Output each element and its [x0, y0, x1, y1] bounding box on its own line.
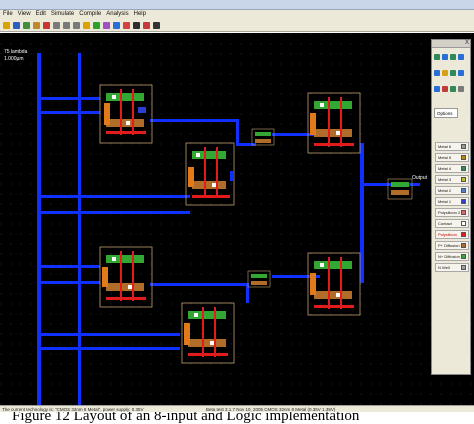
layer-swatch — [461, 199, 466, 204]
layer-swatch — [461, 166, 466, 171]
microwind-window: File View Edit Simulate Compile Analysis… — [0, 0, 474, 424]
contact-icon[interactable] — [133, 21, 140, 29]
layer-polysilicon-2[interactable]: Polysilicon 2 — [435, 208, 469, 217]
menu-compile[interactable]: Compile — [79, 10, 101, 19]
menu-analysis[interactable]: Analysis — [106, 10, 128, 19]
layer-swatch — [461, 155, 466, 160]
layer-swatch — [461, 210, 466, 215]
lambda-scale-label: 75 lambda — [4, 49, 28, 55]
nmos-icon[interactable] — [113, 21, 120, 29]
pulse-icon[interactable] — [442, 86, 448, 92]
layer-palette: X Options Metal 6 Metal 5 Metal 4 Metal … — [431, 39, 471, 375]
ruler-icon[interactable] — [23, 21, 30, 29]
zoom-out-icon[interactable] — [63, 21, 70, 29]
layer-n-well[interactable]: N Well — [435, 263, 469, 272]
hand-icon[interactable] — [43, 21, 50, 29]
text-icon[interactable] — [143, 21, 150, 29]
layer-metal-6[interactable]: Metal 6 — [435, 142, 469, 151]
clock-icon[interactable] — [434, 86, 440, 92]
figure-caption: Figure 12 Layout of an 8-input and Logic… — [12, 412, 360, 424]
layer-swatch — [461, 254, 466, 259]
layer-contact[interactable]: Contact — [435, 219, 469, 228]
arrows-icon[interactable] — [153, 21, 160, 29]
layer-n-diffusion[interactable]: N+ Diffusion — [435, 252, 469, 261]
via-generator-icon[interactable] — [450, 54, 456, 60]
layer-swatch — [461, 243, 466, 248]
layout-canvas[interactable]: 75 lambda 1.000µm Output — [0, 33, 474, 405]
menu-bar: File View Edit Simulate Compile Analysis… — [0, 10, 474, 19]
open-icon[interactable] — [3, 21, 10, 29]
sinus-icon[interactable] — [450, 86, 456, 92]
input-rail-a — [37, 53, 41, 405]
layer-swatch — [461, 177, 466, 182]
palette-tool-row — [434, 70, 470, 76]
inductor-icon[interactable] — [458, 70, 464, 76]
capacitor-icon[interactable] — [450, 70, 456, 76]
visible-node-icon[interactable] — [458, 86, 464, 92]
palette-header: X — [432, 40, 470, 48]
title-bar — [0, 0, 474, 10]
menu-edit[interactable]: Edit — [36, 10, 46, 19]
input-rail-b — [78, 53, 81, 405]
pencil-icon[interactable] — [33, 21, 40, 29]
run-icon[interactable] — [93, 21, 100, 29]
palette-tool-row — [434, 54, 470, 60]
layer-swatch — [461, 232, 466, 237]
caption-strip: Figure 12 Layout of an 8-input and Logic… — [0, 412, 474, 424]
menu-view[interactable]: View — [18, 10, 31, 19]
layer-metal-5[interactable]: Metal 5 — [435, 153, 469, 162]
close-icon[interactable]: X — [465, 39, 469, 47]
layer-swatch — [461, 188, 466, 193]
contact-generator-icon[interactable] — [442, 54, 448, 60]
palette-tool-row — [434, 86, 470, 92]
layer-swatch — [461, 221, 466, 226]
zoom-fit-icon[interactable] — [73, 21, 80, 29]
pmos-icon[interactable] — [123, 21, 130, 29]
stretch-icon[interactable] — [103, 21, 110, 29]
line-icon[interactable] — [83, 21, 90, 29]
mos-generator-icon[interactable] — [434, 54, 440, 60]
layer-metal-1[interactable]: Metal 1 — [435, 197, 469, 206]
options-field[interactable]: Options — [434, 108, 458, 118]
grid-size-label: 1.000µm — [4, 56, 24, 62]
layer-p-diffusion[interactable]: P+ Diffusion — [435, 241, 469, 250]
layer-polysilicon[interactable]: Polysilicon — [435, 230, 469, 239]
resistor-icon[interactable] — [442, 70, 448, 76]
layout-drawing — [0, 33, 474, 405]
layer-metal-2[interactable]: Metal 2 — [435, 186, 469, 195]
menu-simulate[interactable]: Simulate — [51, 10, 74, 19]
save-icon[interactable] — [13, 21, 20, 29]
pad-generator-icon[interactable] — [458, 54, 464, 60]
path-icon[interactable] — [434, 70, 440, 76]
layer-metal-3[interactable]: Metal 3 — [435, 175, 469, 184]
zoom-in-icon[interactable] — [53, 21, 60, 29]
menu-help[interactable]: Help — [134, 10, 146, 19]
menu-file[interactable]: File — [3, 10, 13, 19]
output-node-label: Output — [412, 175, 428, 181]
layer-metal-4[interactable]: Metal 4 — [435, 164, 469, 173]
layer-swatch — [461, 265, 466, 270]
layer-swatch — [461, 144, 466, 149]
toolbar — [0, 19, 474, 32]
